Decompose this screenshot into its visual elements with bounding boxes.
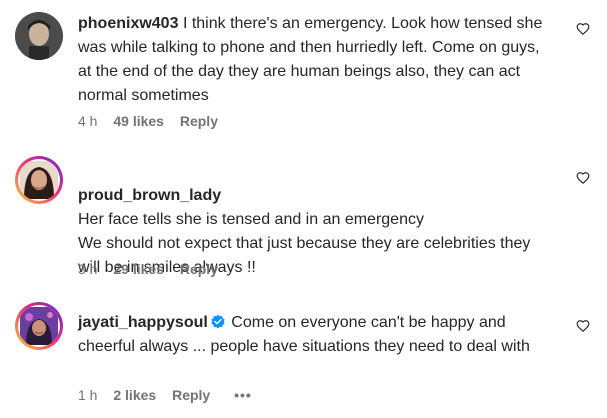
comment-username[interactable]: phoenixw403 — [78, 15, 178, 32]
comment-body: jayati_happysoul Come on everyone can't … — [78, 311, 548, 359]
reply-button[interactable]: Reply — [172, 386, 210, 404]
reply-button[interactable]: Reply — [180, 260, 218, 278]
comment-meta: 4 h 49 likes Reply — [78, 112, 218, 130]
comment-meta: 1 h 2 likes Reply ••• — [78, 386, 252, 404]
comment-likes[interactable]: 2 likes — [113, 386, 156, 404]
reply-button[interactable]: Reply — [180, 112, 218, 130]
comment-likes[interactable]: 49 likes — [113, 112, 164, 130]
avatar[interactable] — [15, 302, 63, 350]
heart-outline-icon[interactable] — [576, 171, 590, 185]
avatar-photo — [20, 307, 58, 345]
heart-outline-icon[interactable] — [576, 22, 590, 36]
avatar[interactable] — [15, 12, 63, 60]
avatar[interactable] — [15, 156, 63, 204]
comment-username[interactable]: proud_brown_lady — [78, 187, 221, 204]
comment-time[interactable]: 1 h — [78, 386, 97, 404]
more-options-icon[interactable]: ••• — [234, 386, 252, 404]
verified-badge-icon — [211, 314, 225, 329]
comment-body: phoenixw403 I think there's an emergency… — [78, 12, 548, 108]
avatar-photo — [15, 12, 63, 60]
comment-likes[interactable]: 29 likes — [113, 260, 164, 278]
avatar-inner — [18, 159, 60, 201]
comment-time[interactable]: 3 h — [78, 260, 97, 278]
comment-username[interactable]: jayati_happysoul — [78, 314, 208, 331]
comment-time[interactable]: 4 h — [78, 112, 97, 130]
heart-outline-icon[interactable] — [576, 319, 590, 333]
avatar-photo — [20, 161, 58, 199]
comment-meta: 3 h 29 likes Reply — [78, 260, 218, 278]
comment-list: phoenixw403 I think there's an emergency… — [0, 0, 607, 418]
avatar-inner — [18, 305, 60, 347]
